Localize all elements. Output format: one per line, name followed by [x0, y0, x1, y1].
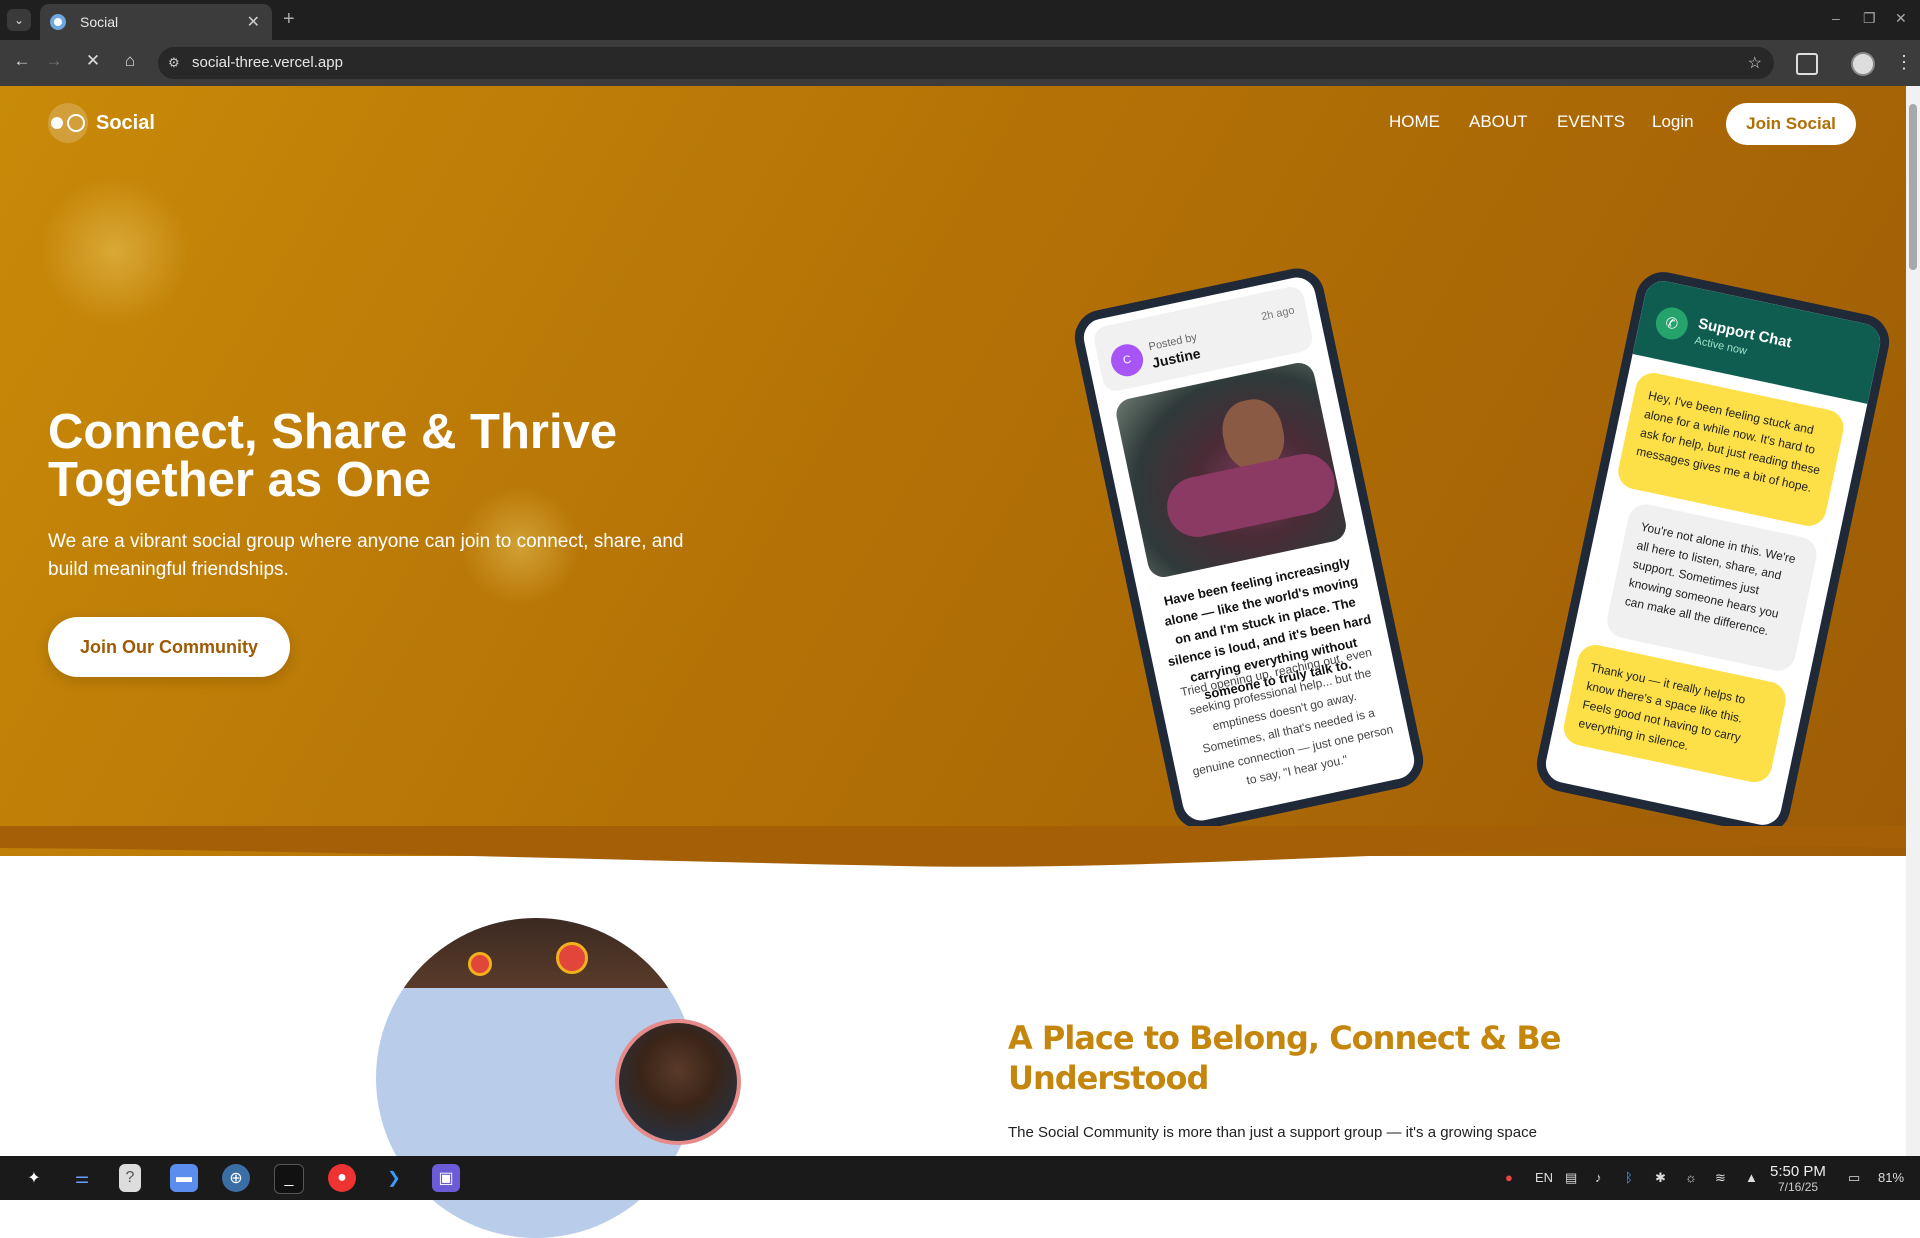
browser-menu-icon[interactable]: ⋮ [1895, 52, 1913, 73]
network-app-icon[interactable]: ⊕ [222, 1164, 250, 1192]
close-tab-icon[interactable]: ✕ [247, 12, 260, 32]
extensions-icon[interactable] [1796, 53, 1818, 75]
clock-time[interactable]: 5:50 PM [1770, 1163, 1826, 1180]
avatar: C [1108, 341, 1147, 380]
post-time: 2h ago [1260, 304, 1296, 324]
member-avatar [615, 1019, 741, 1145]
chrome-tray-icon[interactable]: ● [1505, 1170, 1513, 1185]
terminal-icon[interactable]: _ [274, 1164, 304, 1194]
page-scrollbar[interactable] [1906, 86, 1920, 1156]
nav-about[interactable]: ABOUT [1469, 112, 1528, 132]
vscode-icon[interactable]: ❯ [380, 1164, 408, 1192]
scrollbar-thumb[interactable] [1909, 104, 1917, 270]
belong-paragraph: The Social Community is more than just a… [1008, 1124, 1537, 1141]
hero-title: Connect, Share & Thrive Together as One [48, 405, 618, 507]
brightness-icon[interactable]: ☼ [1685, 1170, 1697, 1185]
bluetooth-icon[interactable]: ᛒ [1625, 1170, 1633, 1185]
tab-search-button[interactable]: ⌄ [7, 9, 31, 31]
files-app-icon[interactable]: ▬ [170, 1164, 198, 1192]
text-editor-icon[interactable]: ? [119, 1164, 141, 1192]
nav-events[interactable]: EVENTS [1557, 112, 1625, 132]
post-phone-mockup: C Posted by Justine 2h ago Have been fee… [1069, 263, 1429, 835]
restore-icon[interactable]: ❐ [1863, 10, 1876, 27]
url-text[interactable]: social-three.vercel.app [192, 54, 343, 71]
nav-home[interactable]: HOME [1389, 112, 1440, 132]
decorative-glow [40, 176, 190, 326]
join-community-button[interactable]: Join Our Community [48, 617, 290, 677]
hero-subtitle: We are a vibrant social group where anyo… [48, 531, 684, 580]
settings-app-icon[interactable]: ⚌ [68, 1164, 96, 1192]
site-logo[interactable]: Social [48, 103, 155, 143]
join-social-button[interactable]: Join Social [1726, 103, 1856, 145]
forward-icon[interactable]: → [42, 51, 66, 71]
belong-heading: A Place to Belong, Connect & Be Understo… [1008, 1019, 1561, 1097]
hero-section: Social HOME ABOUT EVENTS Login Join Soci… [0, 86, 1906, 856]
tab-title: Social [80, 14, 119, 30]
bookmark-star-icon[interactable]: ☆ [1748, 53, 1762, 73]
tab-strip: ⌄ Social ✕ + – ❐ ✕ [0, 0, 1920, 40]
site-favicon-icon [50, 14, 66, 30]
window-close-icon[interactable]: ✕ [1895, 10, 1907, 27]
clock-date[interactable]: 7/16/25 [1778, 1180, 1818, 1194]
nav-login[interactable]: Login [1652, 112, 1694, 132]
volume-icon[interactable]: ♪ [1595, 1170, 1602, 1185]
wifi-icon[interactable]: ≋ [1715, 1170, 1726, 1186]
battery-indicator[interactable]: 81% [1878, 1170, 1904, 1185]
chat-bubble-reply: You're not alone in this. We're all here… [1603, 501, 1820, 674]
hero-wave-divider [0, 826, 1906, 867]
home-icon[interactable]: ⌂ [118, 51, 142, 71]
clipboard-icon[interactable]: ▤ [1565, 1170, 1577, 1186]
chat-phone-mockup: ✆ Support Chat Active now Hey, I've been… [1531, 266, 1895, 840]
profile-avatar-icon[interactable] [1851, 52, 1875, 76]
chrome-icon[interactable]: ● [328, 1164, 356, 1192]
page-viewport: Social HOME ABOUT EVENTS Login Join Soci… [0, 86, 1906, 1156]
logo-text: Social [96, 111, 155, 134]
logo-icon [48, 103, 88, 143]
back-icon[interactable]: ← [10, 51, 34, 71]
keyboard-language[interactable]: EN [1535, 1170, 1553, 1185]
notifications-icon[interactable]: ▭ [1848, 1170, 1860, 1186]
whatsapp-icon: ✆ [1652, 304, 1691, 343]
tray-expand-icon[interactable]: ▲ [1745, 1170, 1758, 1185]
stop-loading-icon[interactable]: ✕ [81, 51, 105, 71]
launcher-icon[interactable]: ✦ [20, 1164, 48, 1192]
address-bar[interactable]: ⚙ social-three.vercel.app ☆ [158, 47, 1774, 79]
screenshot-app-icon[interactable]: ▣ [432, 1164, 460, 1192]
site-info-icon[interactable]: ⚙ [168, 55, 180, 71]
minimize-icon[interactable]: – [1832, 10, 1840, 26]
network-icon[interactable]: ✱ [1655, 1170, 1666, 1186]
new-tab-button[interactable]: + [283, 8, 295, 31]
post-photo [1113, 359, 1349, 580]
tab-active[interactable]: Social ✕ [40, 4, 272, 40]
